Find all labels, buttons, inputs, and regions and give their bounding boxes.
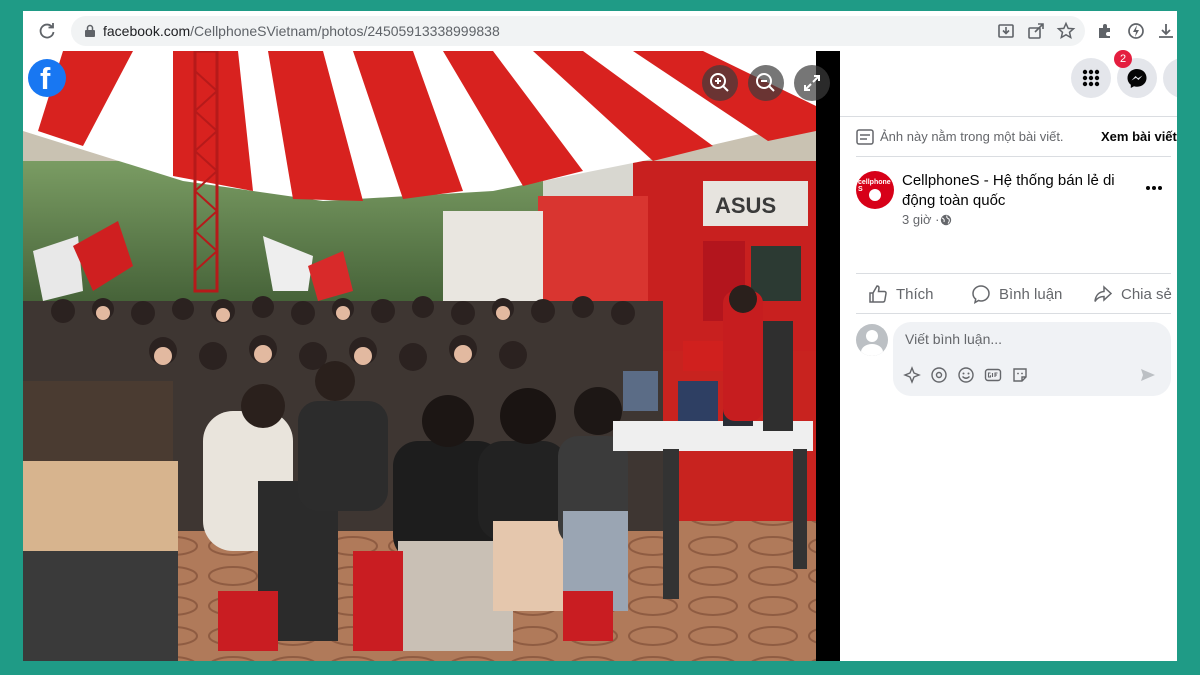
like-label: Thích xyxy=(896,286,934,303)
notice-divider xyxy=(856,156,1171,157)
actions-bottom-divider xyxy=(856,313,1171,314)
comment-input[interactable] xyxy=(905,331,1155,347)
account-button[interactable] xyxy=(1163,58,1177,98)
actions-top-divider xyxy=(856,273,1171,274)
share-icon xyxy=(1094,285,1113,302)
share-button[interactable]: Chia sẻ xyxy=(1093,283,1173,305)
grid-menu-icon xyxy=(1082,69,1100,87)
extensions-icon[interactable] xyxy=(1095,21,1115,41)
post-timestamp[interactable]: 3 giờ · xyxy=(902,212,939,227)
reload-icon[interactable] xyxy=(37,21,57,41)
user-avatar[interactable] xyxy=(856,324,888,356)
download-icon[interactable] xyxy=(1156,21,1176,41)
emoji-icon[interactable] xyxy=(957,366,975,384)
zoom-in-button[interactable] xyxy=(702,65,738,101)
send-icon[interactable] xyxy=(1139,366,1157,384)
comment-box[interactable] xyxy=(893,322,1171,396)
url-path: /CellphoneSVietnam/photos/24505913338999… xyxy=(190,23,500,39)
post-notice-text: Ảnh này nằm trong một bài viết. xyxy=(880,129,1064,144)
comment-label: Bình luận xyxy=(999,286,1063,303)
url-domain: facebook.com xyxy=(103,23,191,39)
share-page-icon[interactable] xyxy=(1026,21,1046,41)
post-notice-icon xyxy=(856,129,874,145)
gif-icon[interactable] xyxy=(984,366,1002,384)
bookmark-star-icon[interactable] xyxy=(1056,21,1076,41)
sticker-icon[interactable] xyxy=(1011,366,1029,384)
fullscreen-icon xyxy=(804,75,820,91)
avatar-head xyxy=(866,330,878,342)
zoom-out-button[interactable] xyxy=(748,65,784,101)
like-icon xyxy=(869,285,887,303)
view-post-link[interactable]: Xem bài viết xyxy=(1101,129,1177,144)
post-side-panel: Ảnh này nằm trong một bài viết. Xem bài … xyxy=(840,51,1177,661)
comment-button[interactable]: Bình luận xyxy=(971,283,1081,305)
avatar-body xyxy=(861,344,883,356)
messenger-notification-badge: 2 xyxy=(1114,50,1132,68)
avatar-sticker-icon[interactable] xyxy=(903,366,921,384)
camera-icon[interactable] xyxy=(930,366,948,384)
event-photo[interactable]: ASUS xyxy=(23,51,816,661)
fullscreen-button[interactable] xyxy=(794,65,830,101)
page-avatar[interactable]: cellphone S xyxy=(856,171,894,209)
like-button[interactable]: Thích xyxy=(868,283,963,305)
public-globe-icon xyxy=(940,214,952,226)
facebook-logo[interactable]: f xyxy=(28,59,66,97)
menu-button[interactable] xyxy=(1071,58,1111,98)
photo-viewer: ASUS f xyxy=(23,51,840,661)
comment-icon xyxy=(972,285,990,304)
browser-window: facebook.com/CellphoneSVietnam/photos/24… xyxy=(23,11,1177,661)
url-text[interactable]: facebook.com/CellphoneSVietnam/photos/24… xyxy=(103,23,500,39)
share-label: Chia sẻ xyxy=(1121,286,1172,303)
address-bar[interactable]: facebook.com/CellphoneSVietnam/photos/24… xyxy=(71,16,1085,46)
browser-toolbar: facebook.com/CellphoneSVietnam/photos/24… xyxy=(23,11,1177,51)
header-divider xyxy=(840,116,1177,117)
facebook-logo-glyph: f xyxy=(40,61,51,96)
install-app-icon[interactable] xyxy=(996,21,1016,41)
speed-extension-icon[interactable] xyxy=(1126,21,1146,41)
zoom-in-icon xyxy=(710,73,729,92)
more-options-icon[interactable] xyxy=(1143,181,1165,195)
svg-text:ASUS: ASUS xyxy=(715,193,776,218)
zoom-out-icon xyxy=(756,73,775,92)
site-info-icon[interactable] xyxy=(83,24,97,38)
page-name[interactable]: CellphoneS - Hệ thống bán lẻ di động toà… xyxy=(902,171,1152,211)
mascot-icon xyxy=(869,189,881,201)
